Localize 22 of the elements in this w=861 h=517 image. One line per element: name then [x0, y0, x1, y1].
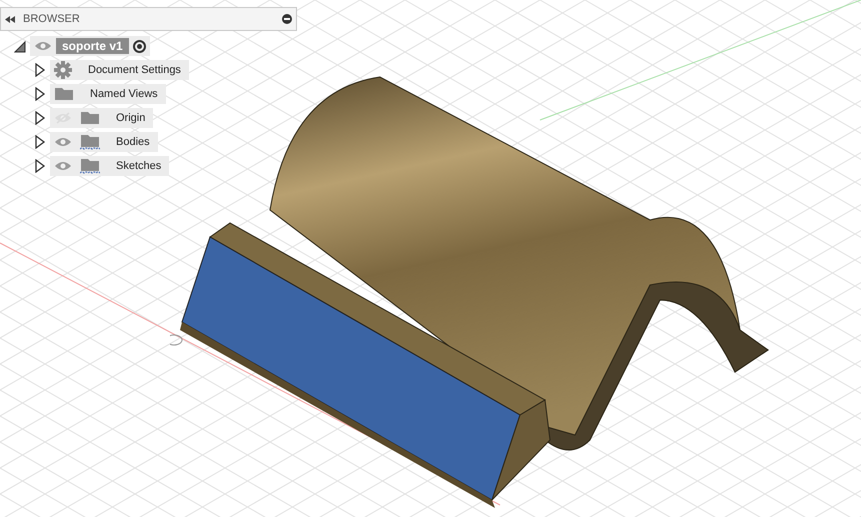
expand-caret-icon[interactable] [34, 87, 46, 101]
expand-caret-icon[interactable] [34, 111, 46, 125]
tree-item[interactable]: Origin [50, 108, 154, 128]
folder-icon [80, 158, 100, 174]
minus-icon[interactable] [282, 14, 292, 24]
gear-icon [54, 61, 72, 79]
tree-item[interactable]: Document Settings [50, 60, 189, 80]
tree-item[interactable]: Named Views [50, 84, 166, 104]
expand-caret-icon[interactable] [34, 159, 46, 173]
folder-icon [80, 111, 100, 125]
active-radio-icon[interactable] [132, 40, 146, 52]
expand-caret-icon[interactable] [14, 39, 26, 53]
tree-item[interactable]: Sketches [50, 156, 170, 176]
collapse-icon[interactable] [5, 16, 15, 22]
origin-marker-icon [170, 334, 182, 346]
tree-item[interactable]: Bodies [50, 132, 158, 152]
folder-icon [54, 87, 74, 101]
expand-caret-icon[interactable] [34, 135, 46, 149]
folder-icon [80, 134, 100, 150]
expand-caret-icon[interactable] [34, 63, 46, 77]
panel-title: BROWSER [23, 12, 81, 27]
component-label: soporte v1 [56, 38, 129, 54]
